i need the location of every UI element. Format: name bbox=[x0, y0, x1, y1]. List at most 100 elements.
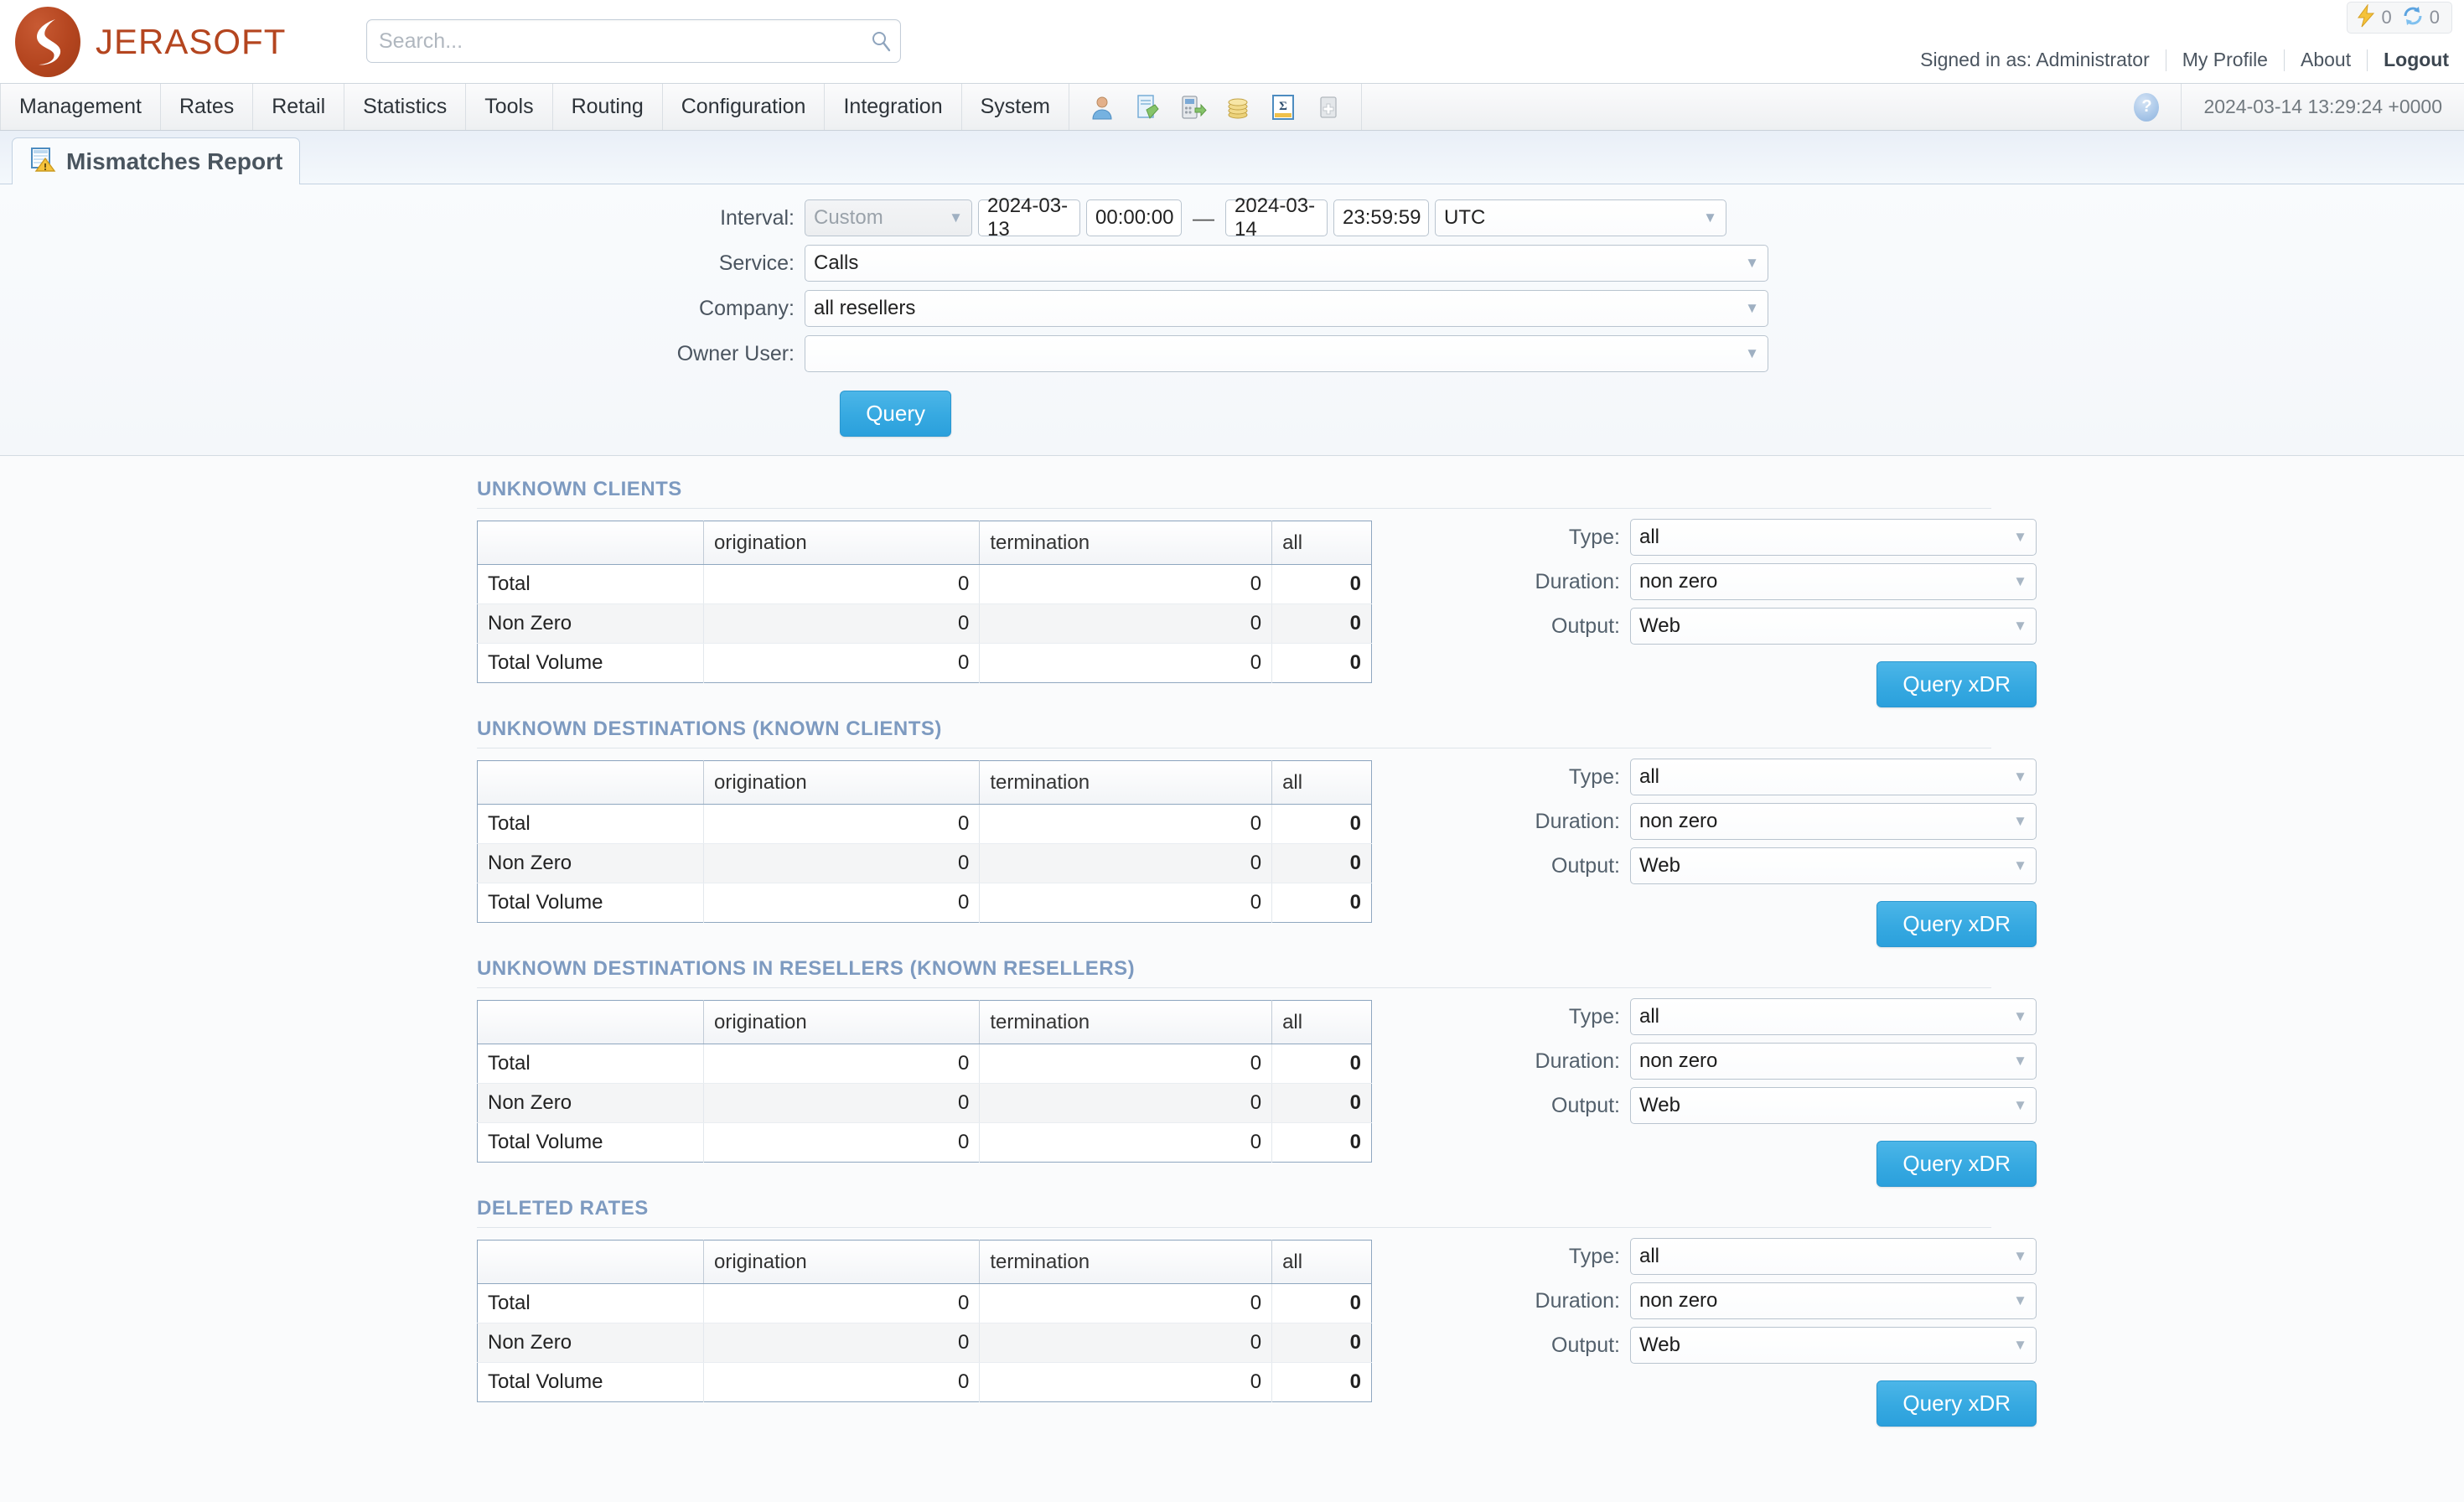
interval-select[interactable]: Custom ▼ bbox=[805, 199, 972, 236]
menu-item-retail[interactable]: Retail bbox=[253, 84, 345, 130]
filter-row-owner: Owner User: ▼ bbox=[0, 335, 2464, 372]
query-xdr-button[interactable]: Query xDR bbox=[1876, 1380, 2037, 1427]
owner-user-label: Owner User: bbox=[676, 341, 795, 365]
cell-termination: 0 bbox=[979, 603, 1273, 644]
menu-item-tools[interactable]: Tools bbox=[466, 84, 553, 130]
interval-select-value: Custom bbox=[814, 206, 883, 229]
section-title: UNKNOWN CLIENTS bbox=[477, 478, 1991, 509]
menu-bar-right: ? 2024-03-14 13:29:24 +0000 bbox=[2112, 84, 2464, 130]
output-select[interactable]: Web ▼ bbox=[1630, 1087, 2037, 1124]
duration-select[interactable]: non zero ▼ bbox=[1630, 803, 2037, 840]
section-title: UNKNOWN DESTINATIONS (KNOWN CLIENTS) bbox=[477, 717, 1991, 748]
option-row-type: Type: all ▼ bbox=[1473, 998, 2037, 1035]
cell-origination: 0 bbox=[703, 883, 981, 923]
type-select-value: all bbox=[1639, 1245, 1660, 1267]
owner-user-select[interactable]: ▼ bbox=[805, 335, 1768, 372]
type-select-value: all bbox=[1639, 765, 1660, 788]
query-xdr-button[interactable]: Query xDR bbox=[1876, 1141, 2037, 1187]
search-icon[interactable] bbox=[862, 20, 900, 62]
col-all: all bbox=[1271, 1240, 1372, 1284]
duration-select[interactable]: non zero ▼ bbox=[1630, 1282, 2037, 1319]
sync-count: 0 bbox=[2429, 7, 2440, 28]
row-label: Total Volume bbox=[477, 1122, 704, 1163]
output-select-value: Web bbox=[1639, 854, 1680, 877]
chevron-down-icon: ▼ bbox=[1745, 300, 1759, 316]
table-row: Total 0 0 0 bbox=[477, 1283, 1372, 1323]
date-to-input[interactable]: 2024-03-14 bbox=[1225, 194, 1328, 241]
coins-icon[interactable] bbox=[1224, 93, 1252, 122]
option-row-output: Output: Web ▼ bbox=[1473, 1087, 2037, 1124]
col-origination: origination bbox=[703, 760, 981, 805]
sync-badge[interactable]: 0 bbox=[2402, 5, 2440, 31]
chevron-down-icon: ▼ bbox=[2013, 1053, 2027, 1069]
brand-name: JERASOFT bbox=[96, 22, 287, 61]
service-select-value: Calls bbox=[814, 251, 859, 274]
brand-logo[interactable]: JERASOFT bbox=[15, 7, 286, 77]
interval-label: Interval: bbox=[720, 205, 795, 230]
type-select[interactable]: all ▼ bbox=[1630, 1238, 2037, 1275]
service-select[interactable]: Calls ▼ bbox=[805, 245, 1768, 282]
menu-item-configuration[interactable]: Configuration bbox=[663, 84, 826, 130]
add-card-icon[interactable] bbox=[1314, 93, 1343, 122]
search-input[interactable] bbox=[367, 20, 862, 62]
time-to-input[interactable]: 23:59:59 bbox=[1333, 199, 1429, 236]
query-button[interactable]: Query bbox=[840, 391, 951, 437]
help-icon[interactable]: ? bbox=[2134, 92, 2160, 122]
table-row: Total 0 0 0 bbox=[477, 564, 1372, 604]
timezone-select[interactable]: UTC ▼ bbox=[1435, 199, 1726, 236]
cell-all: 0 bbox=[1349, 891, 1361, 914]
col-termination: termination bbox=[979, 1240, 1273, 1284]
type-label: Type: bbox=[1568, 1244, 1620, 1268]
my-profile-link[interactable]: My Profile bbox=[2182, 49, 2268, 71]
svg-text:Σ: Σ bbox=[1279, 100, 1287, 113]
company-select-value: all resellers bbox=[814, 297, 916, 319]
duration-select[interactable]: non zero ▼ bbox=[1630, 1043, 2037, 1080]
cell-all: 0 bbox=[1349, 1131, 1361, 1153]
menu-item-management[interactable]: Management bbox=[0, 84, 161, 130]
menu-item-statistics[interactable]: Statistics bbox=[344, 84, 467, 130]
duration-select[interactable]: non zero ▼ bbox=[1630, 563, 2037, 600]
about-link[interactable]: About bbox=[2301, 49, 2351, 71]
option-row-duration: Duration: non zero ▼ bbox=[1473, 1282, 2037, 1319]
type-select[interactable]: all ▼ bbox=[1630, 998, 2037, 1035]
output-select[interactable]: Web ▼ bbox=[1630, 1327, 2037, 1364]
range-dash: — bbox=[1193, 205, 1214, 230]
query-xdr-button[interactable]: Query xDR bbox=[1876, 901, 2037, 947]
summary-report-icon[interactable]: Σ bbox=[1269, 93, 1297, 122]
menu-item-integration[interactable]: Integration bbox=[825, 84, 962, 130]
table-row: Total Volume 0 0 0 bbox=[477, 1362, 1372, 1402]
menu-item-rates[interactable]: Rates bbox=[161, 84, 254, 130]
section-unknown-clients: UNKNOWN CLIENTS origination termination … bbox=[0, 478, 2464, 707]
time-from-input[interactable]: 00:00:00 bbox=[1086, 199, 1182, 236]
cell-termination: 0 bbox=[979, 1362, 1273, 1402]
main-menu-bar: Management Rates Retail Statistics Tools… bbox=[0, 84, 2464, 131]
type-select[interactable]: all ▼ bbox=[1630, 519, 2037, 556]
company-select[interactable]: all resellers ▼ bbox=[805, 290, 1768, 327]
menu-item-system[interactable]: System bbox=[962, 84, 1069, 130]
menu-item-routing[interactable]: Routing bbox=[553, 84, 663, 130]
section-deleted-rates: DELETED RATES origination termination al… bbox=[0, 1197, 2464, 1427]
output-label: Output: bbox=[1551, 1333, 1620, 1357]
output-select[interactable]: Web ▼ bbox=[1630, 608, 2037, 645]
document-add-icon[interactable] bbox=[1133, 93, 1162, 122]
type-select[interactable]: all ▼ bbox=[1630, 759, 2037, 795]
search-box[interactable] bbox=[366, 19, 901, 63]
tab-mismatches-report[interactable]: Mismatches Report bbox=[12, 137, 301, 184]
report-warning-icon bbox=[29, 146, 56, 177]
lightning-badge[interactable]: 0 bbox=[2356, 3, 2392, 32]
logout-link[interactable]: Logout bbox=[2384, 49, 2449, 71]
report-table: origination termination all Total 0 0 0 … bbox=[477, 1240, 1372, 1402]
divider bbox=[2367, 49, 2368, 71]
tab-label: Mismatches Report bbox=[66, 148, 283, 174]
filter-row-company: Company: all resellers ▼ bbox=[0, 290, 2464, 327]
query-xdr-button[interactable]: Query xDR bbox=[1876, 661, 2037, 707]
top-bar: JERASOFT 0 bbox=[0, 0, 2464, 84]
user-icon[interactable] bbox=[1088, 93, 1116, 122]
date-from-input[interactable]: 2024-03-13 bbox=[978, 194, 1080, 241]
signed-in-label: Signed in as: Administrator bbox=[1920, 49, 2150, 70]
calculator-export-icon[interactable] bbox=[1178, 93, 1207, 122]
section-title: DELETED RATES bbox=[477, 1197, 1991, 1228]
col-blank bbox=[477, 1240, 704, 1284]
chevron-down-icon: ▼ bbox=[1745, 345, 1759, 361]
output-select[interactable]: Web ▼ bbox=[1630, 847, 2037, 884]
